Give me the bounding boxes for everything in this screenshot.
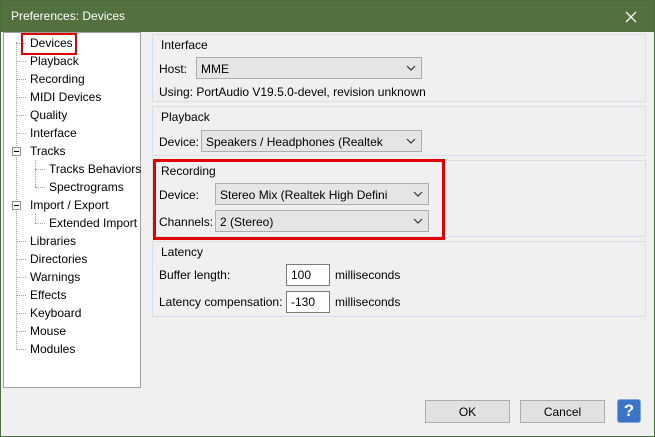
latency-compensation-input-box[interactable] bbox=[286, 291, 330, 313]
playback-device-label: Device: bbox=[159, 135, 200, 149]
host-value: MME bbox=[201, 62, 229, 76]
playback-group: Playback Device: Speakers / Headphones (… bbox=[152, 106, 646, 156]
tracks-collapse-icon[interactable] bbox=[12, 147, 21, 156]
playback-group-title: Playback bbox=[161, 110, 210, 124]
preferences-window: Preferences: Devices Devices Playback Re… bbox=[0, 0, 655, 437]
close-icon bbox=[625, 11, 637, 22]
chevron-down-icon bbox=[406, 138, 416, 144]
recording-highlight-box bbox=[153, 159, 445, 240]
tree-line bbox=[16, 42, 17, 348]
close-button[interactable] bbox=[608, 1, 654, 32]
preferences-tree[interactable]: Devices Playback Recording MIDI Devices … bbox=[3, 32, 141, 388]
tree-line bbox=[35, 160, 36, 187]
help-button[interactable]: ? bbox=[617, 399, 641, 423]
playback-device-value: Speakers / Headphones (Realtek bbox=[206, 135, 383, 149]
chevron-down-icon bbox=[406, 65, 416, 71]
buffer-length-unit: milliseconds bbox=[335, 268, 401, 282]
latency-compensation-input[interactable] bbox=[287, 292, 329, 312]
latency-group-title: Latency bbox=[161, 245, 204, 259]
buffer-length-input-box[interactable] bbox=[286, 264, 330, 286]
interface-group: Interface Host: MME Using: PortAudio V19… bbox=[152, 34, 646, 102]
import-export-collapse-icon[interactable] bbox=[12, 201, 21, 210]
host-label: Host: bbox=[159, 62, 188, 76]
cancel-button[interactable]: Cancel bbox=[520, 400, 605, 423]
latency-group: Latency Buffer length: milliseconds Late… bbox=[152, 241, 646, 317]
latency-compensation-unit: milliseconds bbox=[335, 295, 401, 309]
window-title: Preferences: Devices bbox=[11, 9, 126, 23]
buffer-length-input[interactable] bbox=[287, 265, 329, 285]
portaudio-info: Using: PortAudio V19.5.0-devel, revision… bbox=[159, 85, 426, 99]
help-icon: ? bbox=[623, 401, 635, 420]
ok-button[interactable]: OK bbox=[425, 400, 510, 423]
host-dropdown[interactable]: MME bbox=[196, 57, 422, 79]
latency-compensation-label: Latency compensation: bbox=[159, 295, 283, 309]
buffer-length-label: Buffer length: bbox=[159, 268, 231, 282]
tree-line bbox=[35, 214, 36, 223]
interface-group-title: Interface bbox=[161, 38, 208, 52]
title-bar[interactable]: Preferences: Devices bbox=[1, 1, 654, 32]
playback-device-dropdown[interactable]: Speakers / Headphones (Realtek bbox=[201, 130, 422, 152]
